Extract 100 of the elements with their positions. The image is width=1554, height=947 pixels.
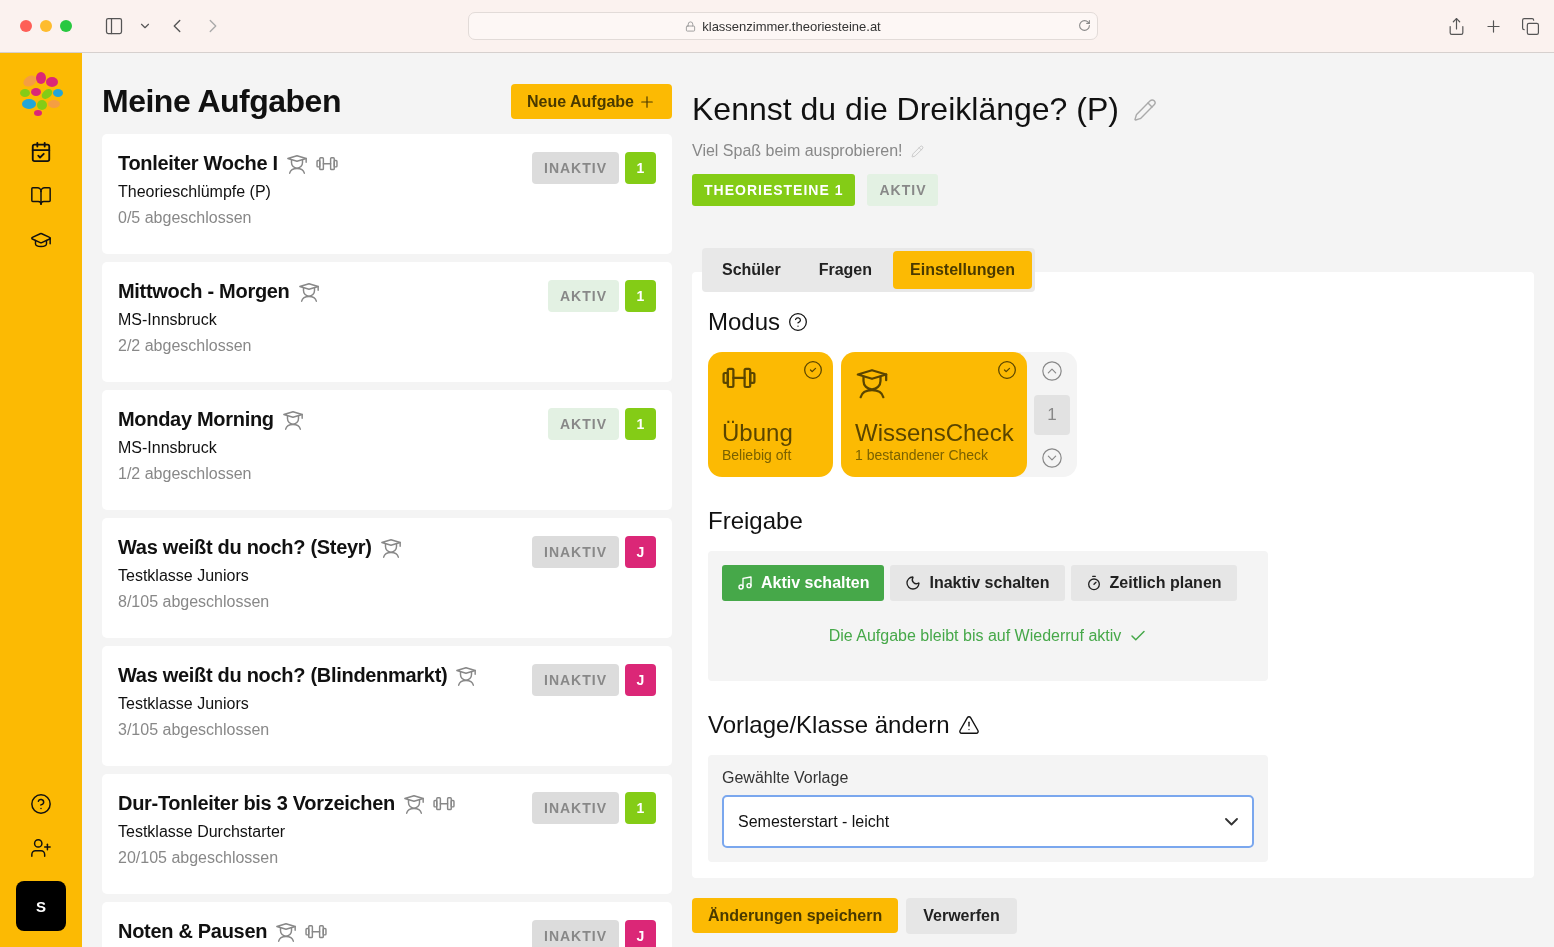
task-card[interactable]: Monday Morning MS-Innsbruck 1/2 abgeschlossen AKTIV 1 bbox=[102, 390, 672, 510]
tab[interactable]: Schüler bbox=[705, 251, 798, 289]
class-tag: THEORIESTEINE 1 bbox=[692, 174, 856, 206]
class-badge: J bbox=[625, 536, 656, 568]
music-note-icon bbox=[737, 575, 753, 591]
dumbbell-icon bbox=[305, 923, 328, 940]
class-badge: 1 bbox=[625, 792, 656, 824]
chevron-down-icon bbox=[1225, 817, 1238, 826]
student-icon bbox=[275, 920, 298, 943]
dumbbell-icon bbox=[315, 155, 338, 172]
progress-text: 1/2 abgeschlossen bbox=[118, 465, 253, 483]
class-badge: 1 bbox=[625, 280, 656, 312]
new-task-button[interactable]: Neue Aufgabe bbox=[511, 84, 672, 119]
timer-icon bbox=[1085, 575, 1102, 591]
class-badge: J bbox=[625, 664, 656, 696]
task-title: Noten & Pausen bbox=[118, 920, 268, 943]
progress-text: 3/105 abgeschlossen bbox=[118, 721, 271, 739]
status-badge: INAKTIV bbox=[532, 792, 619, 824]
progress-text: 2/2 abgeschlossen bbox=[118, 337, 253, 355]
release-message: Die Aufgabe bleibt bis auf Wiederruf aktiv bbox=[828, 627, 1122, 645]
task-title: Dur-Tonleiter bis 3 Vorzeichen bbox=[118, 792, 395, 815]
help-icon[interactable] bbox=[788, 312, 809, 332]
task-title: Was weißt du noch? (Blindenmarkt) bbox=[118, 664, 448, 687]
book-icon[interactable] bbox=[30, 185, 52, 207]
count-value: 1 bbox=[1034, 394, 1070, 435]
dumbbell-icon bbox=[722, 366, 756, 390]
status-badge: AKTIV bbox=[548, 280, 619, 312]
task-description: Viel Spaß beim ausprobieren! bbox=[692, 142, 903, 160]
mode-title: WissensCheck bbox=[855, 419, 1013, 447]
status-badge: INAKTIV bbox=[532, 664, 619, 696]
address-bar[interactable]: klassenzimmer.theoriesteine.at bbox=[468, 12, 1098, 40]
status-badge: AKTIV bbox=[548, 408, 619, 440]
student-icon bbox=[281, 408, 304, 431]
user-avatar[interactable]: S bbox=[16, 881, 66, 931]
task-title: Tonleiter Woche I bbox=[118, 152, 278, 175]
mode-title: Übung bbox=[722, 419, 794, 447]
student-icon bbox=[455, 664, 478, 687]
student-icon bbox=[297, 280, 320, 303]
check-circle-icon bbox=[803, 360, 823, 380]
section-heading: Modus bbox=[708, 308, 781, 336]
student-icon bbox=[403, 792, 425, 815]
reload-icon[interactable] bbox=[1078, 19, 1091, 32]
task-heading: Kennst du die Dreiklänge? (P) bbox=[692, 91, 1119, 128]
tab[interactable]: Fragen bbox=[801, 251, 890, 289]
page-title: Meine Aufgaben bbox=[102, 83, 341, 120]
check-circle-icon bbox=[997, 360, 1017, 380]
class-name: Testklasse Juniors bbox=[118, 567, 250, 585]
field-label: Gewählte Vorlage bbox=[722, 769, 850, 787]
class-name: Testklasse Juniors bbox=[118, 695, 250, 713]
task-title: Mittwoch - Morgen bbox=[118, 280, 290, 303]
progress-text: 8/105 abgeschlossen bbox=[118, 593, 271, 611]
task-card[interactable]: Was weißt du noch? (Blindenmarkt) Testklasse Juniors 3/105 abgeschlossen INAKTIV J bbox=[102, 646, 672, 766]
class-name: MS-Innsbruck bbox=[118, 439, 218, 457]
dumbbell-icon bbox=[433, 795, 455, 812]
calendar-icon[interactable] bbox=[30, 141, 52, 163]
mode-subtitle: 1 bestandener Check bbox=[855, 447, 990, 463]
discard-button[interactable]: Verwerfen bbox=[906, 898, 1017, 934]
task-title: Was weißt du noch? (Steyr) bbox=[118, 536, 372, 559]
progress-text: 0/5 abgeschlossen bbox=[118, 209, 253, 227]
task-card[interactable]: Tonleiter Woche I Theorieschlümpfe (P) 0/5 abgeschlossen INAKTIV 1 bbox=[102, 134, 672, 254]
student-icon bbox=[855, 366, 889, 400]
class-badge: 1 bbox=[625, 152, 656, 184]
save-button[interactable]: Änderungen speichern bbox=[692, 898, 899, 933]
tab[interactable]: Einstellungen bbox=[893, 251, 1032, 289]
status-badge: INAKTIV bbox=[532, 152, 619, 184]
class-badge: 1 bbox=[625, 408, 656, 440]
student-icon bbox=[285, 152, 308, 175]
increase-icon[interactable] bbox=[1041, 360, 1063, 382]
warning-icon bbox=[957, 714, 980, 736]
class-name: MS-Innsbruck bbox=[118, 311, 218, 329]
release-button[interactable]: Zeitlich planen bbox=[1070, 565, 1237, 601]
share-icon[interactable] bbox=[1447, 16, 1466, 36]
mode-card[interactable]: WissensCheck 1 bestandener Check bbox=[841, 352, 1027, 477]
task-title: Monday Morning bbox=[118, 408, 274, 431]
task-card[interactable]: Was weißt du noch? (Steyr) Testklasse Juniors 8/105 abgeschlossen INAKTIV J bbox=[102, 518, 672, 638]
task-card[interactable]: Dur-Tonleiter bis 3 Vorzeichen Testklasse Durchstarter 20/105 abgeschlossen INAKTIV 1 bbox=[102, 774, 672, 894]
task-card[interactable]: Noten & Pausen INAKTIV J bbox=[102, 902, 672, 947]
class-badge: J bbox=[625, 920, 656, 947]
release-button[interactable]: Inaktiv schalten bbox=[890, 565, 1065, 601]
section-heading: Vorlage/Klasse ändern bbox=[708, 711, 950, 739]
add-user-icon[interactable] bbox=[30, 837, 52, 859]
class-name: Theorieschlümpfe (P) bbox=[118, 183, 272, 201]
lock-icon bbox=[685, 20, 697, 32]
decrease-icon[interactable] bbox=[1041, 447, 1063, 469]
tabs-icon[interactable] bbox=[1521, 16, 1540, 36]
mode-subtitle: Beliebig oft bbox=[722, 447, 793, 463]
status-badge: INAKTIV bbox=[532, 536, 619, 568]
moon-icon bbox=[905, 575, 922, 591]
student-icon bbox=[379, 536, 402, 559]
section-heading: Freigabe bbox=[708, 507, 803, 535]
help-icon[interactable] bbox=[30, 793, 52, 815]
progress-text: 20/105 abgeschlossen bbox=[118, 849, 280, 867]
task-card[interactable]: Mittwoch - Morgen MS-Innsbruck 2/2 abgeschlossen AKTIV 1 bbox=[102, 262, 672, 382]
sidebar-icon[interactable] bbox=[104, 16, 124, 36]
status-badge: INAKTIV bbox=[532, 920, 619, 947]
class-name: Testklasse Durchstarter bbox=[118, 823, 287, 841]
mode-card[interactable]: Übung Beliebig oft bbox=[708, 352, 833, 477]
status-tag: AKTIV bbox=[867, 174, 939, 206]
template-select[interactable]: Semesterstart - leicht bbox=[722, 795, 1254, 848]
close-icon[interactable] bbox=[20, 20, 32, 32]
